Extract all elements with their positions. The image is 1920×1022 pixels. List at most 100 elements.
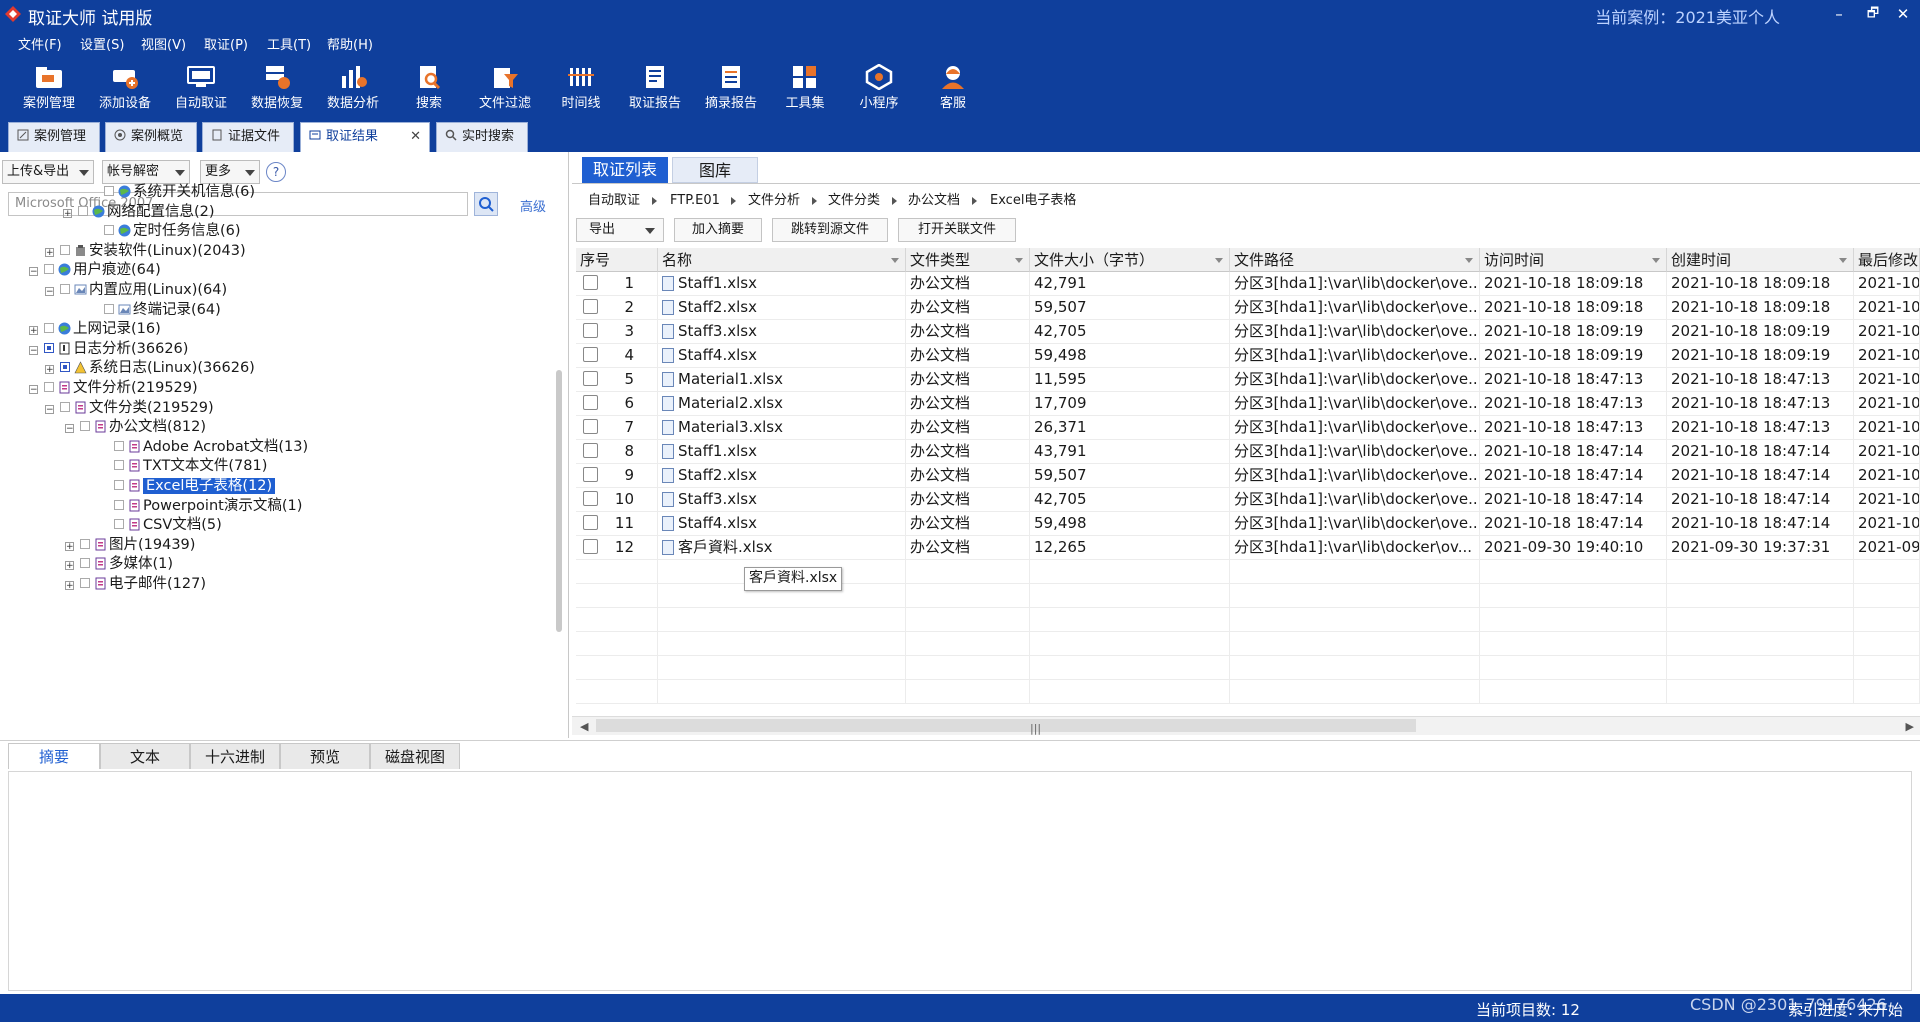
help-icon[interactable]: ? bbox=[266, 162, 286, 182]
table-row[interactable]: 3 Staff3.xlsx 办公文档 42,705 分区3[hda1]:\var\lib… bbox=[576, 320, 1920, 344]
tree-item[interactable]: + 电子邮件(127) bbox=[65, 572, 206, 596]
row-checkbox[interactable] bbox=[583, 443, 598, 458]
tab-gallery[interactable]: 图库 bbox=[672, 157, 758, 183]
collapse-icon[interactable]: − bbox=[45, 287, 54, 297]
tab-text[interactable]: 文本 bbox=[100, 743, 190, 769]
column-header-size[interactable]: 文件大小（字节） bbox=[1030, 248, 1230, 272]
tab-summary[interactable]: 摘要 bbox=[8, 743, 100, 769]
minimize-button[interactable]: – bbox=[1822, 2, 1856, 26]
forensics-report-button[interactable]: 取证报告 bbox=[620, 60, 690, 116]
upload-export-dropdown[interactable]: 上传&导出 bbox=[2, 160, 94, 184]
menu-tools[interactable]: 工具(T) bbox=[267, 34, 311, 53]
row-checkbox[interactable] bbox=[583, 419, 598, 434]
menu-file[interactable]: 文件(F) bbox=[18, 34, 62, 53]
menu-view[interactable]: 视图(V) bbox=[141, 34, 186, 53]
add-excerpt-button[interactable]: 加入摘要 bbox=[674, 218, 762, 242]
row-checkbox[interactable] bbox=[583, 323, 598, 338]
menu-settings[interactable]: 设置(S) bbox=[80, 34, 124, 53]
tree-search-button[interactable] bbox=[474, 192, 498, 216]
tree-checkbox[interactable] bbox=[104, 303, 114, 314]
tab-realtime-search[interactable]: 实时搜索 bbox=[436, 122, 528, 152]
tree-checkbox[interactable] bbox=[114, 499, 124, 510]
collapse-icon[interactable]: − bbox=[45, 404, 54, 414]
tree-checkbox[interactable] bbox=[44, 382, 54, 392]
tree-checkbox[interactable] bbox=[114, 480, 124, 490]
filter-icon[interactable] bbox=[1652, 258, 1660, 263]
close-button[interactable]: ✕ bbox=[1886, 2, 1920, 26]
tree-checkbox[interactable] bbox=[114, 440, 124, 451]
collapse-icon[interactable]: − bbox=[29, 385, 38, 395]
advanced-search-link[interactable]: 高级 bbox=[520, 196, 546, 215]
column-header-name[interactable]: 名称 bbox=[658, 248, 906, 272]
row-checkbox[interactable] bbox=[583, 539, 598, 554]
column-header-index[interactable]: 序号 bbox=[576, 248, 658, 272]
table-row[interactable]: 4 Staff4.xlsx 办公文档 59,498 分区3[hda1]:\var\lib… bbox=[576, 344, 1920, 368]
row-checkbox[interactable] bbox=[583, 299, 598, 314]
row-checkbox[interactable] bbox=[583, 347, 598, 362]
menu-forensics[interactable]: 取证(P) bbox=[204, 34, 248, 53]
tab-disk-view[interactable]: 磁盘视图 bbox=[370, 743, 460, 769]
tree-checkbox[interactable] bbox=[60, 284, 70, 294]
breadcrumb-item[interactable]: Excel电子表格 bbox=[990, 188, 1076, 214]
breadcrumb-item[interactable]: 自动取证 bbox=[588, 188, 640, 214]
tab-forensics-list[interactable]: 取证列表 bbox=[582, 157, 668, 183]
filter-icon[interactable] bbox=[891, 258, 899, 263]
tree-checkbox[interactable] bbox=[44, 323, 54, 334]
mini-program-button[interactable]: 小程序 bbox=[844, 60, 914, 116]
tree-checkbox[interactable] bbox=[60, 401, 70, 412]
column-header-type[interactable]: 文件类型 bbox=[906, 248, 1030, 272]
tree-checkbox[interactable] bbox=[44, 342, 54, 353]
export-dropdown[interactable]: 导出 bbox=[576, 218, 664, 242]
filter-icon[interactable] bbox=[1839, 258, 1847, 263]
tree-checkbox[interactable] bbox=[60, 362, 70, 373]
tree-checkbox[interactable] bbox=[114, 519, 124, 530]
tree-checkbox[interactable] bbox=[114, 460, 124, 471]
tab-case-management[interactable]: 案例管理 bbox=[8, 122, 100, 152]
tree-checkbox[interactable] bbox=[80, 538, 90, 549]
filter-icon[interactable] bbox=[1015, 258, 1023, 263]
menu-help[interactable]: 帮助(H) bbox=[327, 34, 373, 53]
tree-checkbox[interactable] bbox=[78, 205, 88, 216]
tree-checkbox[interactable] bbox=[44, 264, 54, 275]
tab-evidence-files[interactable]: 证据文件 bbox=[202, 122, 294, 152]
close-tab-icon[interactable]: ✕ bbox=[410, 123, 421, 151]
expand-icon[interactable]: + bbox=[29, 326, 38, 336]
tree-checkbox[interactable] bbox=[80, 578, 90, 588]
tree-checkbox[interactable] bbox=[80, 558, 90, 569]
data-recovery-button[interactable]: 数据恢复 bbox=[242, 60, 312, 116]
table-row[interactable]: 1 Staff1.xlsx 办公文档 42,791 分区3[hda1]:\var\lib… bbox=[576, 272, 1920, 296]
table-row[interactable]: 9 Staff2.xlsx 办公文档 59,507 分区3[hda1]:\var\lib… bbox=[576, 464, 1920, 488]
expand-icon[interactable]: + bbox=[65, 541, 74, 551]
filter-icon[interactable] bbox=[1215, 258, 1223, 263]
scrollbar-thumb[interactable]: ||| bbox=[596, 719, 1416, 735]
breadcrumb-item[interactable]: 文件分析 bbox=[748, 188, 800, 214]
breadcrumb-item[interactable]: FTP.E01 bbox=[670, 188, 720, 214]
table-row[interactable]: 5 Material1.xlsx 办公文档 11,595 分区3[hda1]:\var\… bbox=[576, 368, 1920, 392]
row-checkbox[interactable] bbox=[583, 275, 598, 290]
tree-checkbox[interactable] bbox=[104, 225, 114, 236]
file-filter-button[interactable]: 文件过滤 bbox=[470, 60, 540, 116]
breadcrumb-item[interactable]: 办公文档 bbox=[908, 188, 960, 214]
scroll-left-icon[interactable]: ◀ bbox=[580, 720, 588, 733]
row-checkbox[interactable] bbox=[583, 395, 598, 410]
row-checkbox[interactable] bbox=[583, 371, 598, 386]
filter-icon[interactable] bbox=[1465, 258, 1473, 263]
column-header-modify-time[interactable]: 最后修改 bbox=[1854, 248, 1920, 272]
column-header-access-time[interactable]: 访问时间 bbox=[1480, 248, 1667, 272]
tree-checkbox[interactable] bbox=[80, 421, 90, 432]
collapse-icon[interactable]: − bbox=[65, 424, 74, 434]
customer-service-button[interactable]: 客服 bbox=[918, 60, 988, 116]
column-header-create-time[interactable]: 创建时间 bbox=[1667, 248, 1854, 272]
case-management-button[interactable]: 案例管理 bbox=[14, 60, 84, 116]
tree-checkbox[interactable] bbox=[104, 186, 114, 196]
tab-case-overview[interactable]: 案例概览 bbox=[105, 122, 197, 152]
column-header-path[interactable]: 文件路径 bbox=[1230, 248, 1480, 272]
open-related-file-button[interactable]: 打开关联文件 bbox=[898, 218, 1016, 242]
row-checkbox[interactable] bbox=[583, 515, 598, 530]
table-horizontal-scrollbar[interactable]: ◀ ||| ▶ bbox=[572, 716, 1920, 735]
jump-to-source-button[interactable]: 跳转到源文件 bbox=[772, 218, 888, 242]
table-row[interactable]: 12 客戶資料.xlsx 办公文档 12,265 分区3[hda1]:\var\lib\… bbox=[576, 536, 1920, 560]
table-row[interactable]: 6 Material2.xlsx 办公文档 17,709 分区3[hda1]:\var\… bbox=[576, 392, 1920, 416]
breadcrumb-item[interactable]: 文件分类 bbox=[828, 188, 880, 214]
data-analysis-button[interactable]: 数据分析 bbox=[318, 60, 388, 116]
